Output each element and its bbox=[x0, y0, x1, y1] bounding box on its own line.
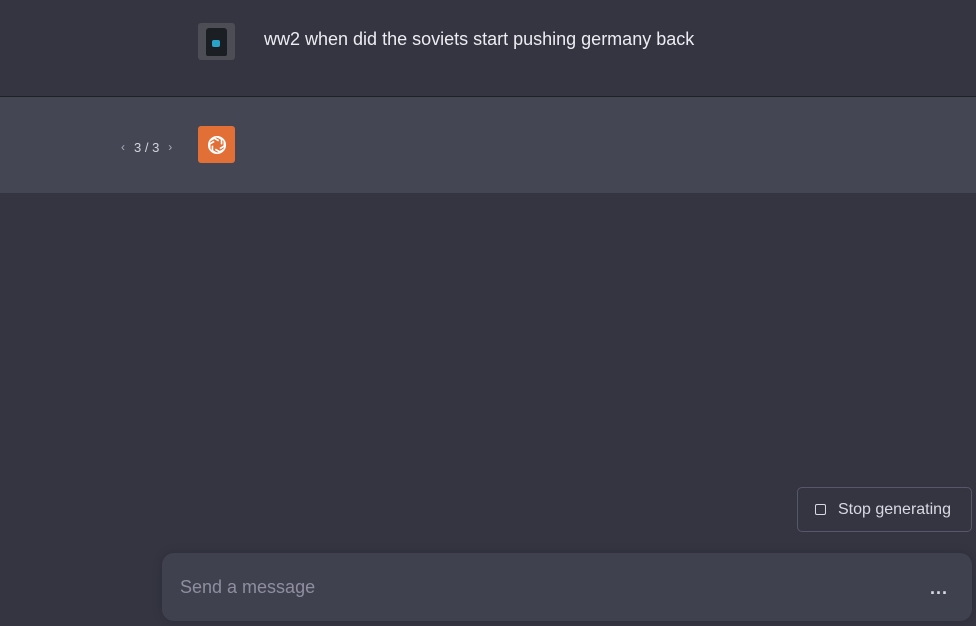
chat-page: ww2 when did the soviets start pushing g… bbox=[0, 0, 976, 626]
user-message-text: ww2 when did the soviets start pushing g… bbox=[264, 29, 695, 49]
user-message-row: ww2 when did the soviets start pushing g… bbox=[0, 0, 976, 97]
chevron-right-icon[interactable]: › bbox=[165, 140, 175, 154]
chevron-left-icon[interactable]: ‹ bbox=[118, 140, 128, 154]
stop-generating-label: Stop generating bbox=[838, 500, 951, 518]
pager-label: 3 / 3 bbox=[134, 139, 160, 155]
message-input[interactable] bbox=[180, 575, 880, 599]
user-avatar bbox=[198, 23, 235, 60]
response-pager: ‹ 3 / 3 › bbox=[118, 137, 175, 157]
user-avatar-accent bbox=[212, 40, 220, 47]
message-composer: ... bbox=[162, 553, 972, 621]
openai-logo-icon bbox=[198, 126, 235, 163]
loading-dots-icon: ... bbox=[929, 578, 948, 598]
stop-square-icon bbox=[815, 504, 826, 515]
stop-generating-button[interactable]: Stop generating bbox=[797, 487, 972, 532]
